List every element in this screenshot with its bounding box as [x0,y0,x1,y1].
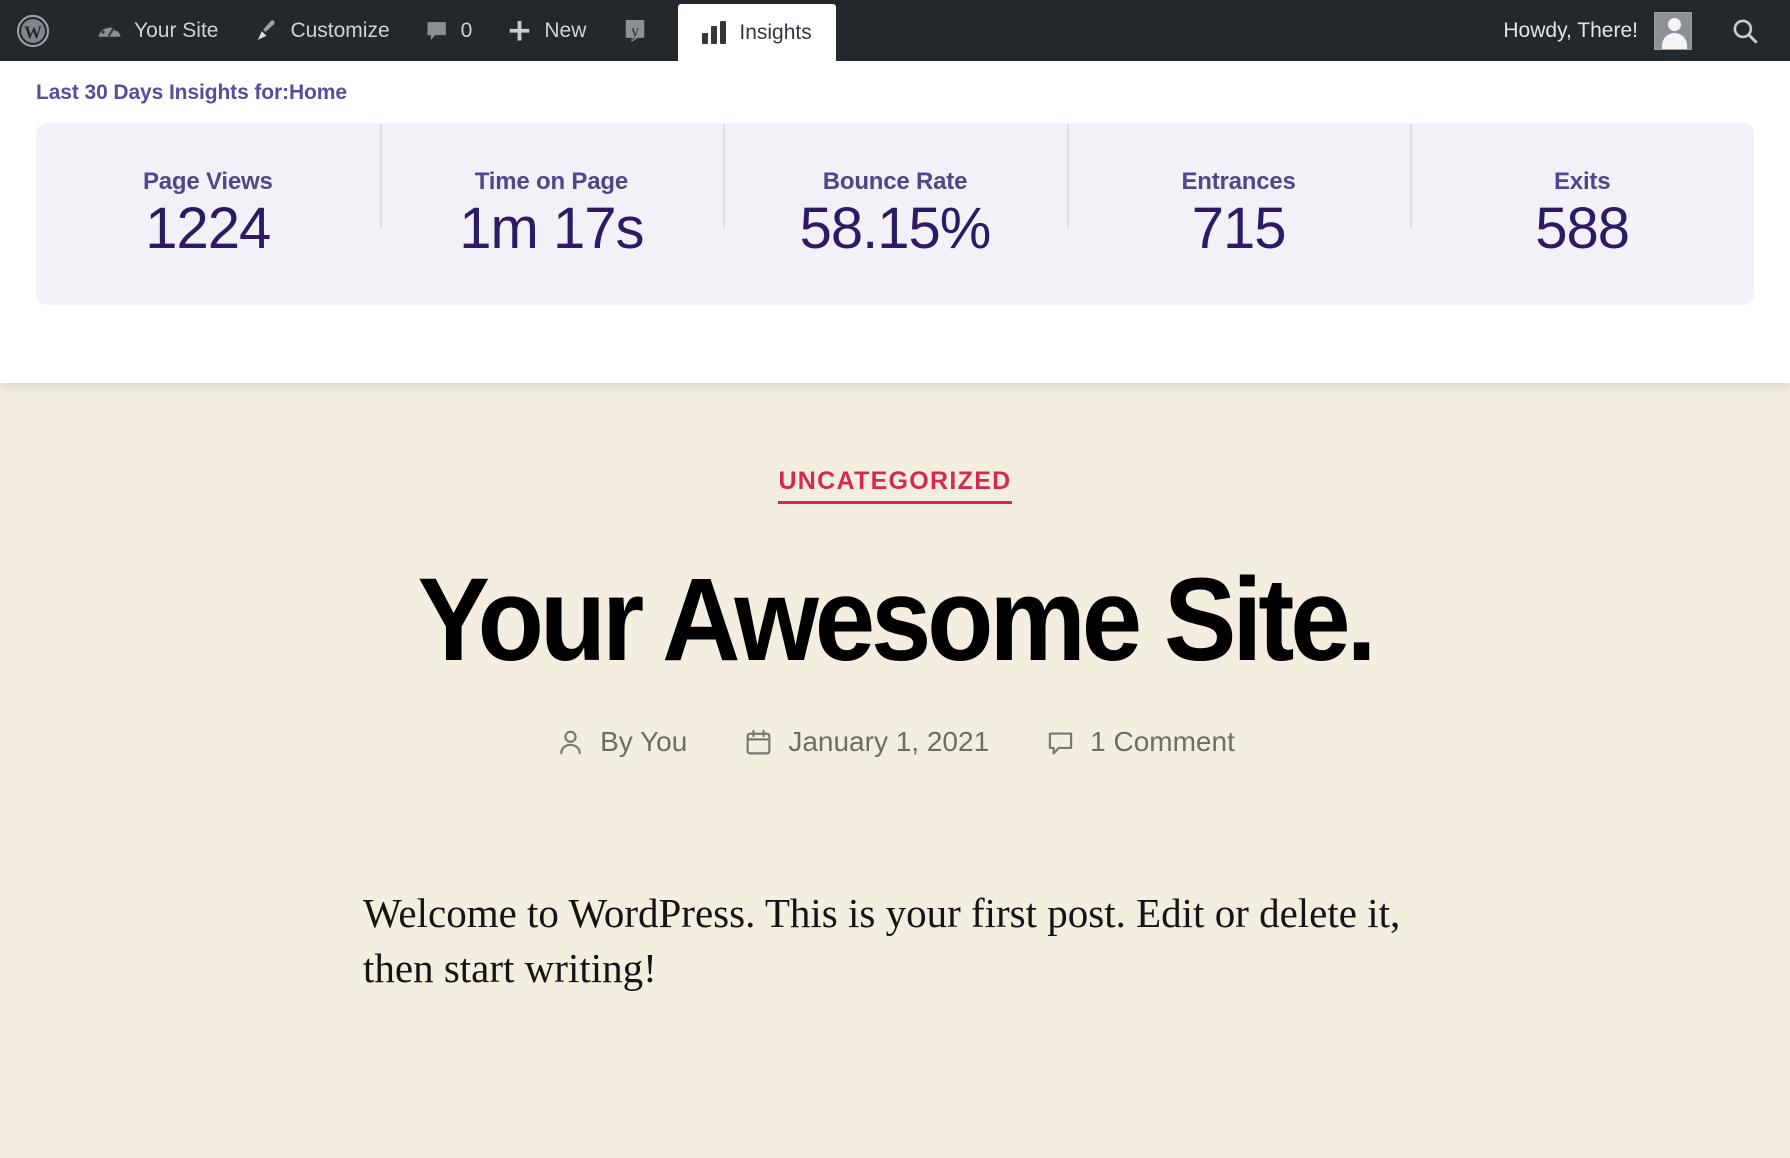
svg-text:W: W [24,22,42,42]
tab-insights[interactable]: Insights [678,4,835,61]
person-icon [555,727,586,758]
stat-time-on-page: Time on Page 1m 17s [380,168,724,260]
stat-label: Bounce Rate [729,168,1061,196]
admin-bar-right-group: Howdy, There! [1487,0,1790,61]
insights-panel-title: Last 30 Days Insights for:Home [36,61,1754,123]
yoast-seo-icon: y [620,16,650,46]
admin-bar-left-group: W Your Site [0,0,836,61]
account-menu-button[interactable]: Howdy, There! [1487,12,1708,50]
stat-label: Page Views [42,168,374,196]
customize-label: Customize [290,19,389,43]
stat-exits: Exits 588 [1410,168,1754,260]
post-date-label: January 1, 2021 [788,726,989,758]
new-content-button[interactable]: New [489,0,603,61]
svg-text:y: y [631,22,640,40]
stat-value: 588 [1416,199,1748,260]
admin-bar-spacer [836,0,1488,61]
search-button[interactable] [1714,16,1776,46]
customize-button[interactable]: Customize [235,0,406,61]
category-link-uncategorized[interactable]: UNCATEGORIZED [778,467,1011,504]
your-site-label: Your Site [134,19,218,43]
wp-admin-bar: W Your Site [0,0,1790,61]
stat-value: 715 [1073,199,1405,260]
wordpress-logo-button[interactable]: W [0,0,79,61]
stat-page-views: Page Views 1224 [36,168,380,260]
post-body-text: Welcome to WordPress. This is your first… [325,886,1465,995]
post-author-label: By You [600,726,687,758]
post-title: Your Awesome Site. [72,560,1719,680]
post-category: UNCATEGORIZED [0,467,1790,504]
stat-label: Exits [1416,168,1748,196]
your-site-menu-button[interactable]: Your Site [79,0,235,61]
bar-chart-icon [702,22,726,44]
post-author[interactable]: By You [555,726,687,758]
comment-icon [1045,727,1076,758]
stat-value: 1m 17s [386,199,718,260]
site-content: UNCATEGORIZED Your Awesome Site. By You … [0,383,1790,1158]
tab-insights-label: Insights [739,21,811,45]
stat-label: Time on Page [386,168,718,196]
user-avatar-icon [1654,12,1692,50]
comments-button[interactable]: 0 [407,0,490,61]
post-comments[interactable]: 1 Comment [1045,726,1235,758]
insights-stats-card: Page Views 1224 Time on Page 1m 17s Boun… [36,123,1754,305]
wordpress-logo-icon: W [16,14,50,48]
new-content-label: New [544,19,586,43]
howdy-greeting: Howdy, There! [1503,19,1638,43]
search-icon [1730,16,1760,46]
stat-value: 58.15% [729,199,1061,260]
comment-bubble-icon [424,18,450,44]
stat-value: 1224 [42,199,374,260]
dashboard-gauge-icon [96,17,123,44]
post-meta: By You January 1, 2021 1 Comment [0,726,1790,758]
insights-panel: Last 30 Days Insights for:Home Page View… [0,61,1790,383]
paintbrush-icon [252,17,279,44]
stat-label: Entrances [1073,168,1405,196]
yoast-seo-button[interactable]: y [603,0,678,61]
comments-count: 0 [461,19,473,43]
post-date[interactable]: January 1, 2021 [743,726,989,758]
stat-bounce-rate: Bounce Rate 58.15% [723,168,1067,260]
post-comments-label: 1 Comment [1090,726,1235,758]
stat-entrances: Entrances 715 [1067,168,1411,260]
plus-icon [506,17,533,44]
calendar-icon [743,727,774,758]
